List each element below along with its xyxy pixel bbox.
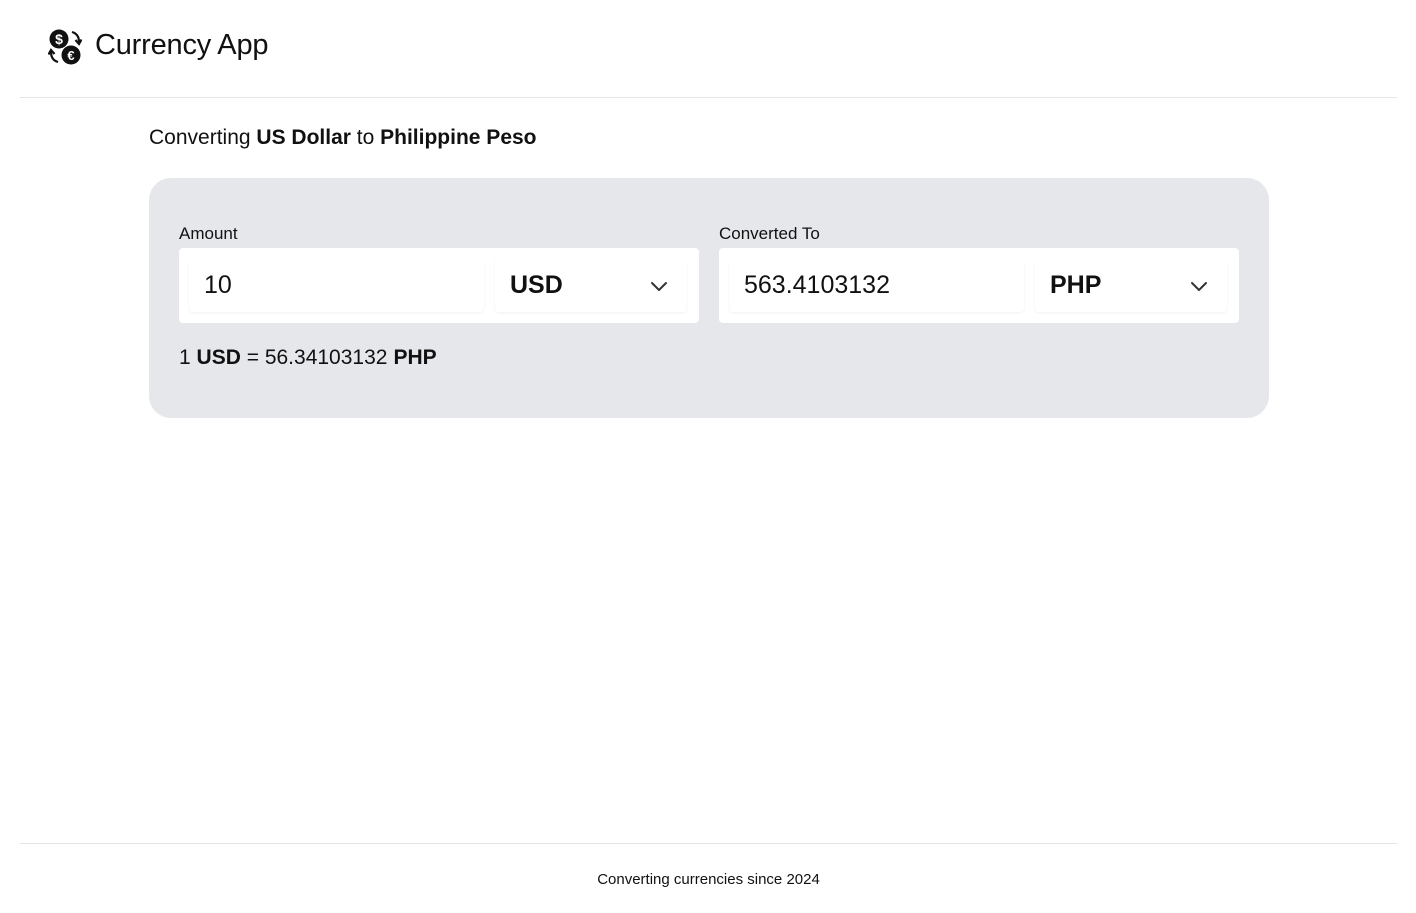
converted-value[interactable]: 563.4103132 [729,258,1024,312]
headline-from-currency: US Dollar [256,126,351,149]
amount-group: Amount 10 USD [179,223,699,323]
exchange-rate: 1 USD = 56.34103132 PHP [179,346,437,370]
app-header: $ € Currency App [20,0,1397,98]
chevron-down-icon [651,282,667,291]
from-currency-select[interactable]: USD [495,258,687,312]
rate-lhs-code: USD [196,346,241,369]
headline-prefix: Converting [149,126,251,149]
currency-exchange-icon: $ € [48,29,82,65]
headline-joiner: to [356,126,375,149]
converted-field: 563.4103132 PHP [719,248,1239,323]
rate-lhs-number: 1 [179,346,191,369]
from-currency-value: USD [510,271,563,299]
to-currency-select[interactable]: PHP [1035,258,1227,312]
rate-rhs-number: 56.34103132 [264,346,388,369]
converted-label: Converted To [719,224,820,243]
svg-text:$: $ [55,31,63,47]
converter-card: Amount 10 USD Converted To 563.4103132 P… [149,178,1269,418]
rate-equals: = [246,346,259,369]
converted-group: Converted To 563.4103132 PHP [719,223,1239,323]
conversion-headline: Converting US Dollar to Philippine Peso [149,126,537,150]
to-currency-value: PHP [1050,271,1102,299]
rate-rhs-code: PHP [393,346,437,369]
app-title: Currency App [95,29,269,61]
amount-input[interactable]: 10 [189,258,484,312]
amount-field: 10 USD [179,248,699,323]
svg-text:€: € [67,48,74,63]
footer-text: Converting currencies since 2024 [597,871,820,888]
headline-to-currency: Philippine Peso [380,126,537,149]
chevron-down-icon [1191,282,1207,291]
amount-label: Amount [179,224,238,243]
app-footer: Converting currencies since 2024 [20,843,1397,913]
